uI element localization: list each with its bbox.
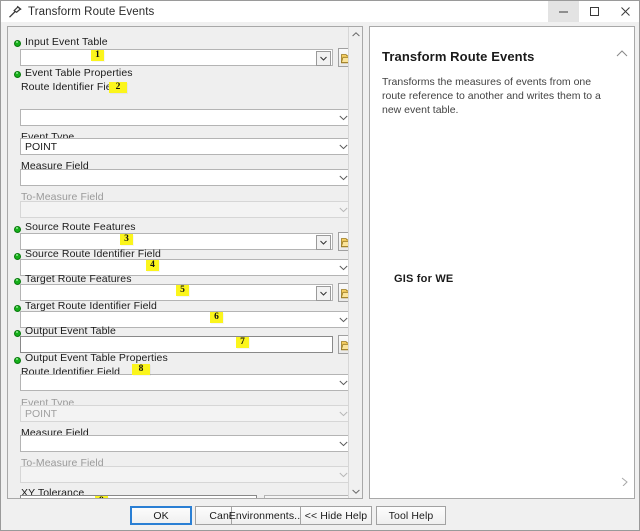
measure-field-combo[interactable] — [20, 169, 348, 186]
label-event-table-properties: Event Table Properties — [25, 67, 133, 79]
source-route-features-dropdown-icon[interactable] — [316, 235, 331, 250]
label-input-event-table: Input Event Table — [25, 36, 108, 48]
out-event-type-combo[interactable]: POINT — [20, 405, 348, 422]
marker-7: 7 — [236, 337, 249, 348]
transform-route-events-dialog: Transform Route Events Input Event Table — [0, 0, 640, 531]
scrollbar-thumb[interactable] — [350, 41, 362, 484]
chevron-down-icon[interactable] — [339, 441, 348, 448]
chevron-down-icon[interactable] — [339, 175, 348, 182]
title-bar[interactable]: Transform Route Events — [1, 1, 639, 22]
scroll-up-arrow-icon[interactable] — [349, 27, 362, 41]
out-event-type-value: POINT — [25, 408, 58, 420]
input-event-table-combo[interactable] — [20, 49, 333, 66]
help-scroll-chevron-icon[interactable] — [621, 477, 631, 487]
marker-6: 6 — [210, 312, 223, 323]
hide-help-button[interactable]: << Hide Help — [300, 506, 372, 525]
required-indicator-output-event-table-properties — [14, 357, 21, 364]
chevron-down-icon[interactable] — [339, 115, 348, 122]
help-panel: Transform Route Events Transforms the me… — [369, 26, 635, 499]
help-collapse-chevron-up-icon[interactable] — [616, 49, 628, 59]
label-output-event-table-properties: Output Event Table Properties — [25, 352, 168, 364]
parameters-scrollbar[interactable] — [348, 27, 362, 498]
out-route-identifier-field-combo[interactable] — [20, 374, 348, 391]
minimize-icon[interactable] — [548, 1, 579, 22]
label-route-identifier-field: Route Identifier Field — [21, 81, 121, 93]
watermark-text: GIS for WE — [394, 273, 454, 285]
chevron-down-icon[interactable] — [339, 265, 348, 272]
help-description: Transforms the measures of events from o… — [382, 76, 601, 116]
maximize-icon[interactable] — [579, 1, 610, 22]
route-identifier-field-combo[interactable] — [20, 109, 348, 126]
parameters-panel: Input Event Table 1 Event Table Properti… — [7, 26, 363, 499]
required-indicator-event-table-properties — [14, 71, 21, 78]
parameters-scroll-area: Input Event Table 1 Event Table Properti… — [8, 27, 348, 498]
out-measure-field-combo[interactable] — [20, 435, 348, 452]
source-route-features-browse-folder-icon[interactable] — [338, 232, 348, 251]
environments-button[interactable]: Environments... — [229, 506, 303, 525]
input-event-table-dropdown-icon[interactable] — [316, 51, 331, 66]
input-event-table-browse-folder-icon[interactable] — [338, 48, 348, 67]
chevron-down-icon — [339, 411, 348, 418]
tool-help-button[interactable]: Tool Help — [376, 506, 446, 525]
marker-5: 5 — [176, 285, 189, 296]
out-to-measure-field-combo[interactable] — [20, 466, 348, 483]
chevron-down-icon[interactable] — [339, 317, 348, 324]
scroll-down-arrow-icon[interactable] — [349, 484, 362, 498]
chevron-down-icon[interactable] — [339, 144, 348, 151]
output-event-table-browse-folder-icon[interactable] — [338, 335, 348, 354]
dialog-content: Input Event Table 1 Event Table Properti… — [1, 22, 639, 503]
help-title: Transform Route Events — [382, 49, 535, 64]
dialog-button-bar: OK Cancel Environments... << Hide Help T… — [1, 501, 639, 530]
xy-tolerance-input[interactable]: 0 — [20, 495, 257, 498]
marker-1: 1 — [91, 50, 104, 61]
to-measure-field-combo[interactable] — [20, 201, 348, 218]
close-icon[interactable] — [610, 1, 639, 22]
chevron-down-icon[interactable] — [339, 380, 348, 387]
target-route-features-dropdown-icon[interactable] — [316, 286, 331, 301]
label-source-route-features: Source Route Features — [25, 221, 136, 233]
marker-3: 3 — [120, 234, 133, 245]
window-controls — [548, 1, 639, 22]
chevron-down-icon — [339, 207, 348, 214]
chevron-down-icon — [339, 472, 348, 479]
required-indicator-input-event-table — [14, 40, 21, 47]
marker-4: 4 — [146, 260, 159, 271]
marker-9: 9 — [95, 496, 108, 498]
tool-hammer-icon — [7, 4, 23, 20]
target-route-features-browse-folder-icon[interactable] — [338, 283, 348, 302]
window-title: Transform Route Events — [28, 5, 155, 18]
marker-2: 2 — [109, 82, 127, 93]
marker-8: 8 — [132, 364, 150, 375]
output-event-table-input[interactable] — [20, 336, 333, 353]
ok-button[interactable]: OK — [130, 506, 192, 525]
xy-tolerance-units-combo[interactable]: Meters — [264, 495, 348, 498]
required-indicator-source-route-features — [14, 226, 21, 233]
event-type-value: POINT — [25, 141, 58, 153]
event-type-combo[interactable]: POINT — [20, 138, 348, 155]
